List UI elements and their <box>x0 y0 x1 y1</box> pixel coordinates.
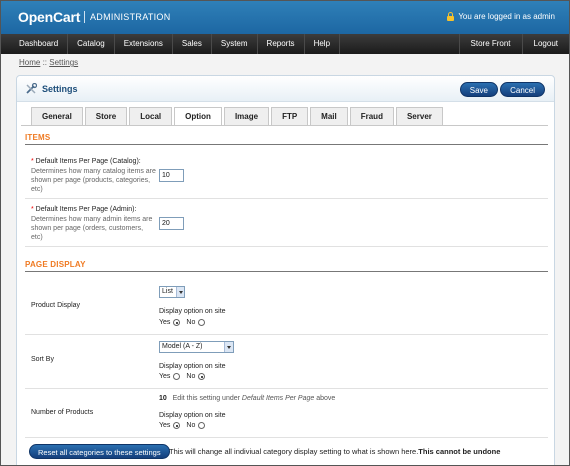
tab-mail[interactable]: Mail <box>310 107 348 125</box>
breadcrumb-home[interactable]: Home <box>19 58 40 67</box>
sort-by-selected: Model (A - Z) <box>162 343 203 350</box>
product-display-yes-radio[interactable] <box>173 319 181 326</box>
number-of-products-option-label: Display option on site <box>159 412 226 419</box>
app-window: OpenCart ADMINISTRATION You are logged i… <box>0 0 570 466</box>
number-of-products-yes-radio[interactable] <box>173 422 181 429</box>
tab-store[interactable]: Store <box>84 107 128 125</box>
lock-icon <box>447 12 455 21</box>
sort-by-yes-radio[interactable] <box>173 373 181 380</box>
tools-icon <box>26 83 37 94</box>
tab-divider <box>21 125 548 126</box>
sort-by-no-radio[interactable] <box>198 373 206 380</box>
menu-catalog[interactable]: Catalog <box>68 34 115 54</box>
tab-image[interactable]: Image <box>223 107 270 125</box>
tab-option[interactable]: Option <box>174 107 222 126</box>
no-label: No <box>186 422 196 429</box>
breadcrumb-separator: :: <box>40 58 50 67</box>
tab-ftp[interactable]: FTP <box>271 107 309 125</box>
row-divider <box>25 437 548 438</box>
yes-label: Yes <box>159 319 171 326</box>
save-button[interactable]: Save <box>459 82 498 97</box>
login-status: You are logged in as admin <box>447 12 555 21</box>
product-display-radio-group: Yes No <box>159 319 206 326</box>
tab-general[interactable]: General <box>31 107 83 125</box>
admin-items-label-text: Default Items Per Page (Admin): <box>35 206 137 213</box>
chevron-down-icon <box>175 287 184 297</box>
catalog-items-label-text: Default Items Per Page (Catalog): <box>35 158 141 165</box>
menu-sales[interactable]: Sales <box>173 34 212 54</box>
yes-label: Yes <box>159 422 171 429</box>
sort-by-label: Sort By <box>31 356 54 363</box>
main-menu: Dashboard Catalog Extensions Sales Syste… <box>1 34 569 54</box>
login-status-text: You are logged in as admin <box>458 12 555 21</box>
product-display-select[interactable]: List <box>159 286 185 298</box>
reset-warning: This cannot be undone <box>418 447 501 456</box>
opencart-logo[interactable]: OpenCart <box>18 9 80 25</box>
menu-store-front[interactable]: Store Front <box>458 34 522 54</box>
tab-fraud[interactable]: Fraud <box>349 107 394 125</box>
admin-items-help: Determines how many admin items are show… <box>31 216 153 241</box>
product-display-label: Product Display <box>31 302 81 309</box>
note-suffix: above <box>314 395 336 402</box>
reset-note: This will change all indiviual category … <box>169 447 500 456</box>
admin-label: ADMINISTRATION <box>90 12 171 22</box>
settings-tabs: General Store Local Option Image FTP Mai… <box>31 107 445 126</box>
settings-panel: Settings Save Cancel General Store Local… <box>16 75 555 465</box>
page-display-section-title: PAGE DISPLAY <box>25 260 86 269</box>
items-section-rule <box>25 144 548 145</box>
number-of-products-radio-group: Yes No <box>159 422 206 429</box>
sort-by-select[interactable]: Model (A - Z) <box>159 341 234 353</box>
no-label: No <box>186 319 196 326</box>
menu-dashboard[interactable]: Dashboard <box>1 34 69 54</box>
product-display-no-radio[interactable] <box>198 319 206 326</box>
logo-divider <box>84 11 85 23</box>
number-of-products-value: 10 <box>159 395 167 402</box>
row-divider <box>25 334 548 335</box>
top-banner: OpenCart ADMINISTRATION You are logged i… <box>1 1 569 34</box>
number-of-products-no-radio[interactable] <box>198 422 206 429</box>
no-label: No <box>186 373 196 380</box>
chevron-down-icon <box>224 342 233 352</box>
cancel-button[interactable]: Cancel <box>500 82 545 97</box>
admin-items-input[interactable] <box>159 217 184 230</box>
page-title: Settings <box>42 84 78 94</box>
items-section-title: ITEMS <box>25 133 51 142</box>
menu-logout[interactable]: Logout <box>521 34 569 54</box>
yes-label: Yes <box>159 373 171 380</box>
reset-categories-button[interactable]: Reset all categories to these settings <box>29 444 170 459</box>
settings-header: Settings Save Cancel <box>17 76 554 102</box>
row-divider <box>25 388 548 389</box>
row-divider <box>25 246 548 247</box>
product-display-selected: List <box>162 288 173 295</box>
menu-reports[interactable]: Reports <box>258 34 305 54</box>
sort-by-option-label: Display option on site <box>159 363 226 370</box>
menu-help[interactable]: Help <box>305 34 341 54</box>
tab-local[interactable]: Local <box>129 107 173 125</box>
note-emphasis: Default Items Per Page <box>241 395 315 402</box>
catalog-items-help: Determines how many catalog items are sh… <box>31 168 156 193</box>
sort-by-radio-group: Yes No <box>159 373 206 380</box>
number-of-products-label: Number of Products <box>31 409 94 416</box>
breadcrumb-settings[interactable]: Settings <box>49 58 78 67</box>
admin-items-label: * Default Items Per Page (Admin): <box>31 206 136 213</box>
product-display-option-label: Display option on site <box>159 308 226 315</box>
page-display-section-rule <box>25 271 548 272</box>
catalog-items-label: * Default Items Per Page (Catalog): <box>31 158 141 165</box>
number-of-products-note: 10 Edit this setting under Default Items… <box>159 395 335 402</box>
menu-extensions[interactable]: Extensions <box>115 34 173 54</box>
catalog-items-input[interactable] <box>159 169 184 182</box>
breadcrumb: Home :: Settings <box>19 58 78 67</box>
tab-server[interactable]: Server <box>395 107 443 125</box>
note-prefix: Edit this setting under <box>172 395 242 402</box>
menu-system[interactable]: System <box>212 34 258 54</box>
reset-note-text: This will change all indiviual category … <box>169 447 419 456</box>
row-divider <box>25 198 548 199</box>
